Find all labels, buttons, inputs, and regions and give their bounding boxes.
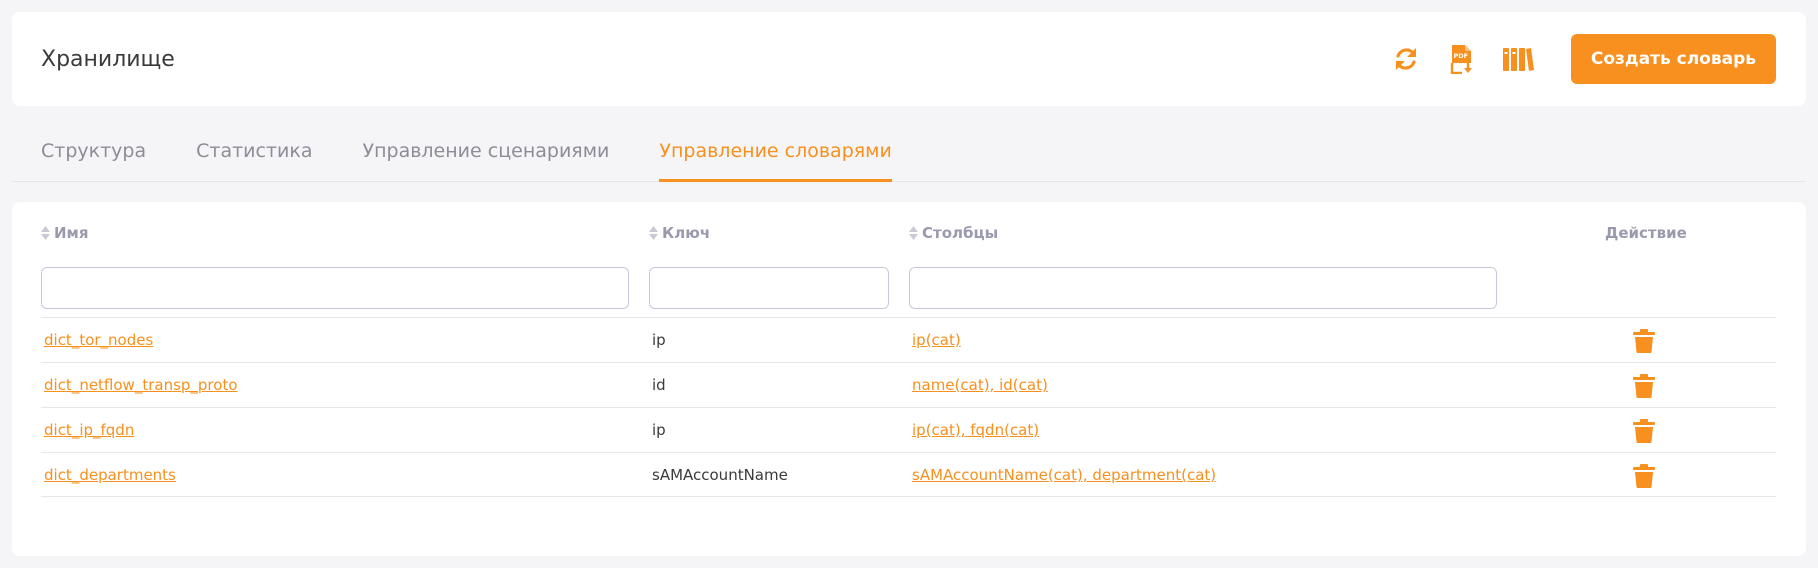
- trash-icon[interactable]: [1633, 464, 1655, 488]
- column-header-label: Столбцы: [922, 224, 999, 242]
- svg-text:PDF: PDF: [1453, 52, 1468, 60]
- page-title: Хранилище: [41, 46, 175, 72]
- tab-dictionary-management[interactable]: Управление словарями: [659, 128, 892, 182]
- trash-icon[interactable]: [1633, 374, 1655, 398]
- dictionary-key: ip: [652, 421, 666, 439]
- dictionary-name-link[interactable]: dict_ip_fqdn: [44, 408, 134, 453]
- trash-icon[interactable]: [1633, 329, 1655, 353]
- table-row: dict_netflow_transp_proto id name(cat), …: [41, 362, 1776, 407]
- dictionary-key: ip: [652, 331, 666, 349]
- dictionary-name-link[interactable]: dict_departments: [44, 453, 176, 498]
- column-header-action: Действие: [1605, 224, 1687, 242]
- create-dictionary-button[interactable]: Создать словарь: [1570, 34, 1776, 84]
- dictionary-key: sAMAccountName: [652, 466, 788, 484]
- tab-bar: Структура Статистика Управление сценария…: [12, 128, 1806, 182]
- dictionary-name-link[interactable]: dict_tor_nodes: [44, 318, 153, 363]
- sort-icon: [909, 226, 918, 240]
- tab-statistics[interactable]: Статистика: [196, 128, 312, 182]
- table-row: dict_departments sAMAccountName sAMAccou…: [41, 452, 1776, 497]
- column-header-label: Ключ: [662, 224, 711, 242]
- dictionary-name-link[interactable]: dict_netflow_transp_proto: [44, 363, 238, 408]
- tab-structure[interactable]: Структура: [41, 128, 146, 182]
- pdf-download-icon[interactable]: PDF: [1445, 42, 1479, 76]
- header-card: Хранилище PDF Создать словарь: [12, 12, 1806, 106]
- filter-name-input[interactable]: [41, 267, 629, 309]
- trash-icon[interactable]: [1633, 419, 1655, 443]
- dictionary-key: id: [652, 376, 666, 394]
- filter-key-input[interactable]: [649, 267, 889, 309]
- dictionary-columns-link[interactable]: ip(cat), fqdn(cat): [912, 408, 1039, 453]
- table-row: dict_ip_fqdn ip ip(cat), fqdn(cat): [41, 407, 1776, 452]
- filter-columns-input[interactable]: [909, 267, 1497, 309]
- sort-icon: [41, 226, 50, 240]
- column-header-columns[interactable]: Столбцы: [909, 224, 998, 242]
- column-header-label: Действие: [1605, 224, 1687, 242]
- refresh-icon[interactable]: [1389, 42, 1423, 76]
- dictionary-columns-link[interactable]: name(cat), id(cat): [912, 363, 1048, 408]
- column-header-key[interactable]: Ключ: [649, 224, 710, 242]
- column-header-name[interactable]: Имя: [41, 224, 88, 242]
- column-header-label: Имя: [54, 224, 89, 242]
- sort-icon: [649, 226, 658, 240]
- dictionaries-table: Имя Ключ Столбцы Действие dict_tor_nodes…: [12, 202, 1806, 556]
- dictionary-columns-link[interactable]: ip(cat): [912, 318, 961, 363]
- library-icon[interactable]: [1501, 42, 1535, 76]
- table-row: dict_tor_nodes ip ip(cat): [41, 317, 1776, 362]
- dictionary-columns-link[interactable]: sAMAccountName(cat), department(cat): [912, 453, 1216, 498]
- header-actions: PDF Создать словарь: [1367, 34, 1776, 84]
- tab-scenario-management[interactable]: Управление сценариями: [363, 128, 610, 182]
